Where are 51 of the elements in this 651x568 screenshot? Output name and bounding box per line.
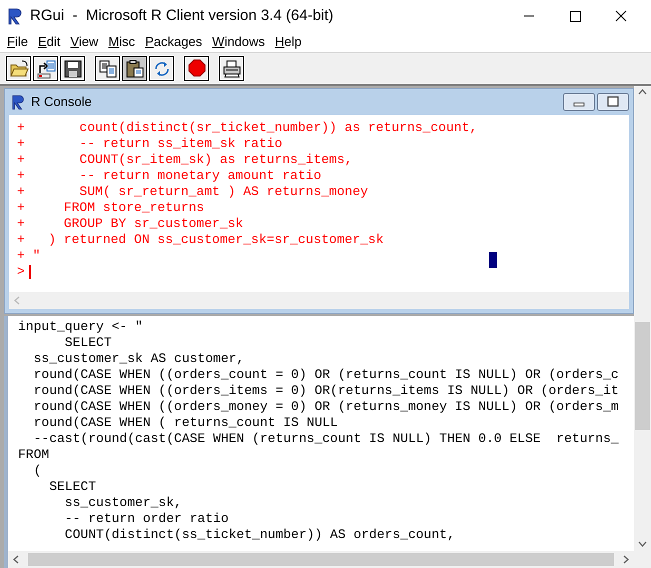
vertical-scrollbar[interactable] bbox=[634, 86, 651, 568]
clipboard-icon[interactable] bbox=[122, 56, 147, 81]
console-line: + -- return ss_item_sk ratio bbox=[17, 136, 282, 152]
window-title: RGui - Microsoft R Client version 3.4 (64-bit) bbox=[30, 6, 334, 26]
copy-icon[interactable] bbox=[95, 56, 120, 81]
console-line: + count(distinct(sr_ticket_number)) as returns_count, bbox=[17, 120, 478, 136]
console-prompt: > bbox=[17, 264, 25, 280]
console-title: R Console bbox=[31, 93, 92, 112]
block-cursor bbox=[489, 252, 497, 268]
code-line: round(CASE WHEN ( returns_count IS NULL bbox=[32, 415, 338, 431]
console-line: + COUNT(sr_item_sk) as returns_items, bbox=[17, 152, 352, 168]
menu-item[interactable]: Misc bbox=[103, 32, 140, 52]
horizontal-scrollbar[interactable] bbox=[9, 292, 629, 309]
minimize-icon[interactable] bbox=[563, 93, 595, 111]
open-folder-icon[interactable] bbox=[6, 56, 31, 81]
console-line: + -- return monetary amount ratio bbox=[17, 168, 322, 184]
code-line: round(CASE WHEN ((orders_items = 0) OR(returns_items IS NULL) OR (orders_it bbox=[32, 383, 619, 399]
circular-arrows-icon[interactable] bbox=[149, 56, 174, 81]
code-line: ss_customer_sk AS customer, bbox=[32, 351, 244, 367]
console-line: + FROM store_returns bbox=[17, 200, 204, 216]
code-line: -- return order ratio bbox=[64, 511, 229, 527]
code-line: FROM bbox=[18, 447, 50, 463]
menu-item[interactable]: Edit bbox=[32, 32, 66, 52]
menu-item[interactable]: View bbox=[65, 32, 104, 52]
code-line: input_query <- " bbox=[18, 319, 143, 335]
code-line: ss_customer_sk, bbox=[64, 495, 182, 511]
console-line: + ) returned ON ss_customer_sk=sr_customer_sk bbox=[17, 232, 384, 248]
code-line: COUNT(distinct(ss_ticket_number)) AS orders_count, bbox=[64, 527, 455, 543]
script-editor[interactable] bbox=[4, 316, 634, 568]
code-line: SELECT bbox=[64, 335, 112, 351]
menu-item[interactable]: Windows bbox=[207, 32, 270, 52]
code-line: round(CASE WHEN ((orders_count = 0) OR (returns_count IS NULL) OR (orders_c bbox=[32, 367, 619, 383]
code-line: ( bbox=[32, 463, 42, 479]
code-line: SELECT bbox=[48, 479, 96, 495]
console-line: + " bbox=[17, 248, 40, 264]
scrollbar-thumb[interactable] bbox=[28, 553, 614, 566]
menu-item[interactable]: File bbox=[2, 32, 33, 52]
scrollbar-thumb[interactable] bbox=[635, 322, 650, 430]
stop-sign-icon[interactable] bbox=[184, 56, 209, 81]
restore-icon[interactable] bbox=[597, 93, 629, 111]
printer-icon[interactable] bbox=[219, 56, 244, 81]
horizontal-scrollbar[interactable] bbox=[8, 551, 634, 568]
code-line: round(CASE WHEN ((orders_money = 0) OR (returns_money IS NULL) OR (orders_m bbox=[32, 399, 619, 415]
load-workspace-icon[interactable] bbox=[33, 56, 58, 81]
console-line: + GROUP BY sr_customer_sk bbox=[17, 216, 244, 232]
code-line: --cast(round(cast(CASE WHEN (returns_count IS NULL) THEN 0.0 ELSE returns_ bbox=[32, 431, 619, 447]
menu-item[interactable]: Help bbox=[270, 32, 307, 52]
menu-item[interactable]: Packages bbox=[140, 32, 208, 52]
console-line: + SUM( sr_return_amt ) AS returns_money bbox=[17, 184, 368, 200]
text-cursor bbox=[28, 265, 31, 279]
r-logo-icon bbox=[11, 94, 27, 110]
